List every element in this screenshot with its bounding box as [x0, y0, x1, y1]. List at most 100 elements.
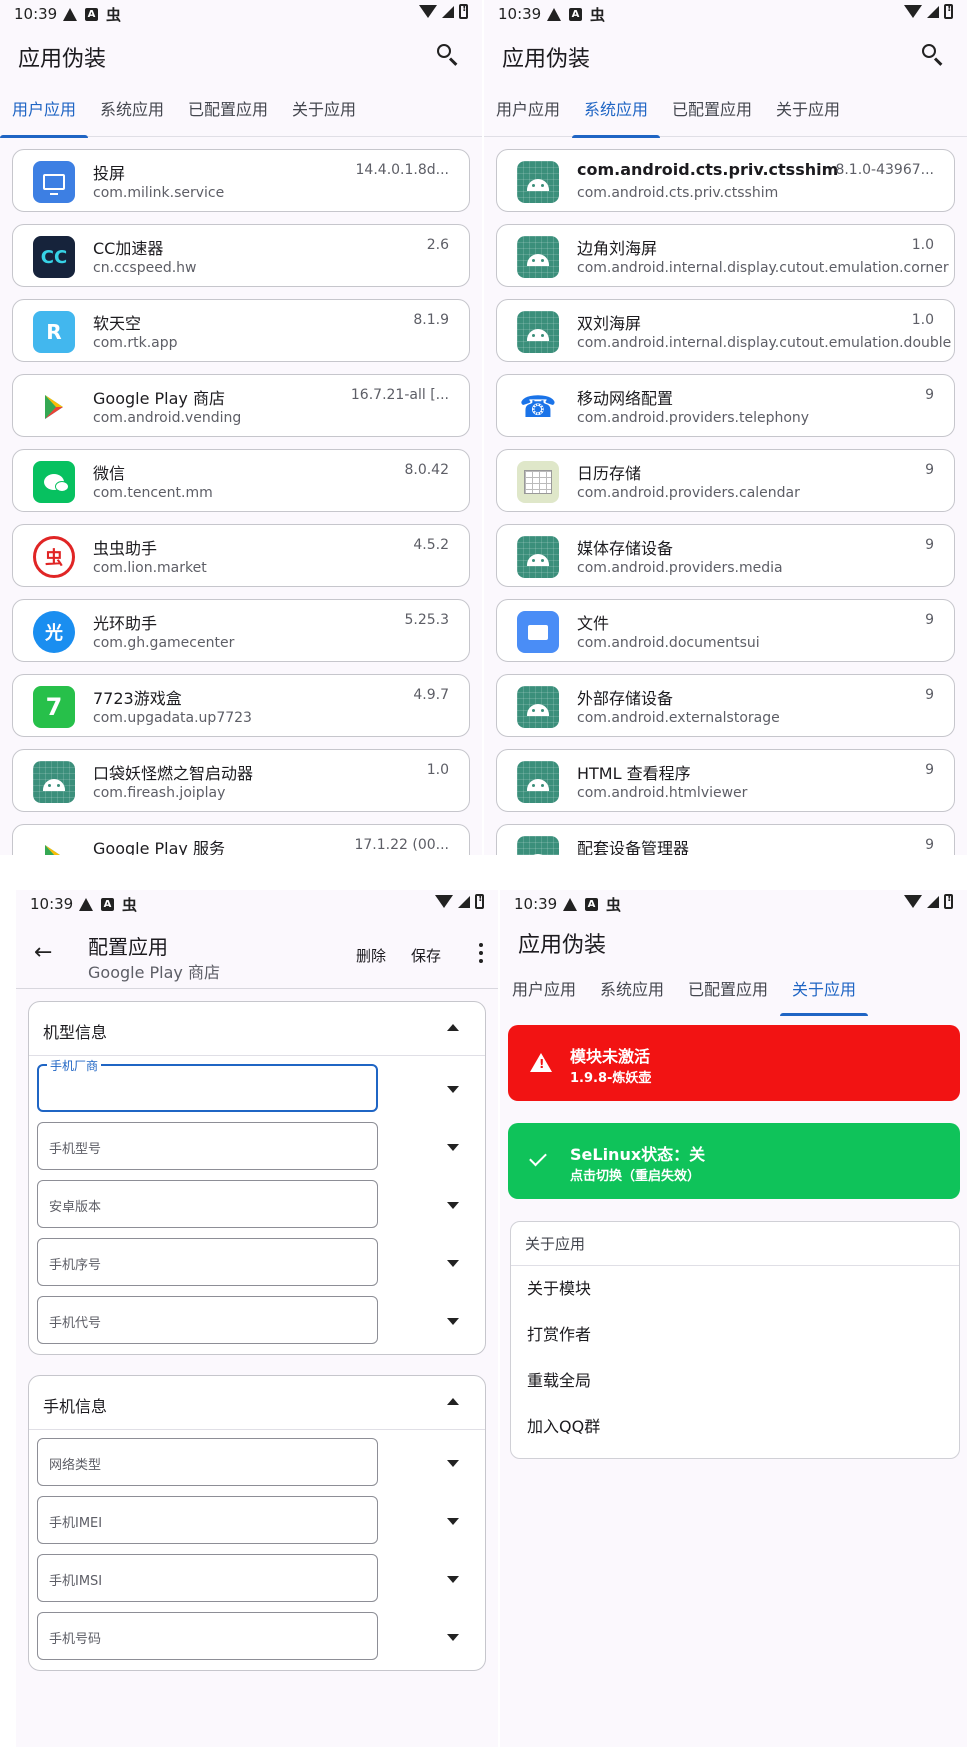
app-name: 移动网络配置 — [577, 389, 674, 408]
dropdown-arrow-icon[interactable] — [447, 1086, 459, 1093]
dropdown-arrow-icon[interactable] — [447, 1144, 459, 1151]
app-list-item[interactable]: 配套设备管理器 9 — [496, 824, 955, 855]
app-package: com.rtk.app — [93, 335, 178, 351]
more-vert-icon[interactable] — [478, 941, 484, 965]
field-row: 手机型号 — [29, 1114, 485, 1172]
text-field[interactable]: 手机代号 — [37, 1296, 378, 1344]
search-icon[interactable] — [921, 43, 945, 67]
app-list-item[interactable]: ☎ 移动网络配置 com.android.providers.telephony 9 — [496, 374, 955, 437]
app-list-item[interactable]: 7 7723游戏盒 com.upgadata.up7723 4.9.7 — [12, 674, 470, 737]
app-package: com.gh.gamecenter — [93, 635, 235, 651]
android-icon — [517, 536, 559, 578]
app-list-item[interactable]: 虫虫虫助手 com.lion.market 4.5.2 — [12, 524, 470, 587]
app-package: com.fireash.joiplay — [93, 785, 226, 801]
group-header[interactable]: 机型信息 — [29, 1002, 485, 1056]
collapse-icon[interactable] — [447, 1398, 459, 1405]
app-package: com.android.providers.media — [577, 560, 783, 576]
dropdown-arrow-icon[interactable] — [447, 1460, 459, 1467]
selinux-status-card[interactable]: SeLinux状态：关 点击切换（重启失效） — [508, 1123, 960, 1199]
app-list-item[interactable]: 双刘海屏 com.android.internal.display.cutout.… — [496, 299, 955, 362]
app-list-item[interactable]: 日历存储 com.android.providers.calendar 9 — [496, 449, 955, 512]
app-name: 日历存储 — [577, 464, 642, 483]
app-list-item[interactable]: 口袋妖怪燃之智启动器 com.fireash.joiplay 1.0 — [12, 749, 470, 812]
app-package: com.lion.market — [93, 560, 207, 576]
dropdown-arrow-icon[interactable] — [447, 1518, 459, 1525]
cellular-icon — [442, 5, 454, 18]
android-icon — [517, 236, 559, 278]
tab-about[interactable]: 关于应用 — [280, 83, 368, 137]
module-status-text: 模块未激活 — [570, 1047, 651, 1066]
app-list-item[interactable]: Google Play 服务 17.1.22 (00... — [12, 824, 470, 855]
tab-configured-apps[interactable]: 已配置应用 — [176, 83, 280, 137]
warning-icon — [79, 898, 93, 911]
app-list-item[interactable]: 媒体存储设备 com.android.providers.media 9 — [496, 524, 955, 587]
app-version: 14.4.0.1.8d... — [355, 162, 449, 178]
reload-global-item[interactable]: 重载全局 — [511, 1358, 959, 1404]
dropdown-arrow-icon[interactable] — [447, 1318, 459, 1325]
app-version: 8.1.0-43967... — [835, 162, 934, 178]
android-icon — [517, 761, 559, 803]
search-icon[interactable] — [436, 43, 460, 67]
dropdown-arrow-icon[interactable] — [447, 1576, 459, 1583]
group-header[interactable]: 手机信息 — [29, 1376, 485, 1430]
text-field[interactable]: 手机序号 — [37, 1238, 378, 1286]
field-label: 手机代号 — [49, 1316, 102, 1331]
app-name: 媒体存储设备 — [577, 539, 674, 558]
tab-system-apps[interactable]: 系统应用 — [588, 965, 676, 1015]
text-field[interactable]: 手机IMSI — [37, 1554, 378, 1602]
text-field[interactable]: 手机号码 — [37, 1612, 378, 1660]
about-module-item[interactable]: 关于模块 — [511, 1266, 959, 1312]
app-list-item[interactable]: 光光环助手 com.gh.gamecenter 5.25.3 — [12, 599, 470, 662]
text-field[interactable]: 安卓版本 — [37, 1180, 378, 1228]
text-field[interactable]: 网络类型 — [37, 1438, 378, 1486]
app-list-item[interactable]: com.android.cts.priv.ctsshim com.android.… — [496, 149, 955, 212]
tab-about[interactable]: 关于应用 — [764, 83, 852, 137]
field-label: 手机厂商 — [47, 1057, 102, 1074]
tab-configured-apps[interactable]: 已配置应用 — [676, 965, 780, 1015]
app-name: CC加速器 — [93, 239, 164, 258]
dropdown-arrow-icon[interactable] — [447, 1634, 459, 1641]
app-list-item[interactable]: R 软天空 com.rtk.app 8.1.9 — [12, 299, 470, 362]
chongchong-notification-icon: 虫 — [590, 6, 606, 24]
app-list-item[interactable]: HTML 查看程序 com.android.htmlviewer 9 — [496, 749, 955, 812]
app-list-item[interactable]: 微信 com.tencent.mm 8.0.42 — [12, 449, 470, 512]
app-list-item[interactable]: 边角刘海屏 com.android.internal.display.cutout… — [496, 224, 955, 287]
save-button[interactable]: 保存 — [411, 945, 441, 966]
system-app-list: com.android.cts.priv.ctsshim com.android.… — [484, 137, 967, 855]
app-list-item[interactable]: Google Play 商店 com.android.vending 16.7.21… — [12, 374, 470, 437]
back-arrow-icon[interactable]: ← — [34, 942, 54, 964]
dropdown-arrow-icon[interactable] — [447, 1260, 459, 1267]
chongchong-icon: 虫 — [33, 536, 75, 578]
text-field[interactable]: 手机厂商 — [37, 1057, 378, 1112]
tab-system-apps[interactable]: 系统应用 — [88, 83, 176, 137]
app-version: 8.0.42 — [404, 462, 449, 478]
android-icon — [517, 686, 559, 728]
app-name: 口袋妖怪燃之智启动器 — [93, 764, 254, 783]
app-list-item[interactable]: 外部存储设备 com.android.externalstorage 9 — [496, 674, 955, 737]
app-list-item[interactable]: 文件 com.android.documentsui 9 — [496, 599, 955, 662]
tab-about[interactable]: 关于应用 — [780, 965, 869, 1016]
tab-configured-apps[interactable]: 已配置应用 — [660, 83, 764, 137]
top-app-bar: 应用伪装 — [500, 917, 967, 965]
dropdown-arrow-icon[interactable] — [447, 1202, 459, 1209]
app-package: com.android.cts.priv.ctsshim — [577, 185, 779, 201]
app-package: com.milink.service — [93, 185, 225, 201]
tab-user-apps[interactable]: 用户应用 — [500, 965, 588, 1015]
text-field[interactable]: 手机IMEI — [37, 1496, 378, 1544]
tab-system-apps[interactable]: 系统应用 — [572, 83, 661, 138]
field-row: 安卓版本 — [29, 1172, 485, 1230]
text-field[interactable]: 手机型号 — [37, 1122, 378, 1170]
donate-author-item[interactable]: 打赏作者 — [511, 1312, 959, 1358]
delete-button[interactable]: 删除 — [356, 945, 386, 966]
module-status-card[interactable]: 模块未激活 1.9.8-炼妖壶 — [508, 1025, 960, 1101]
app-name: 外部存储设备 — [577, 689, 674, 708]
app-list-item[interactable]: CC CC加速器 cn.ccspeed.hw 2.6 — [12, 224, 470, 287]
app-name: 文件 — [577, 614, 610, 633]
cellular-icon — [927, 895, 939, 908]
join-qq-group-item[interactable]: 加入QQ群 — [511, 1404, 959, 1450]
app-list-item[interactable]: 投屏 com.milink.service 14.4.0.1.8d... — [12, 149, 470, 212]
tab-user-apps[interactable]: 用户应用 — [484, 83, 572, 137]
tab-user-apps[interactable]: 用户应用 — [0, 83, 89, 138]
collapse-icon[interactable] — [447, 1024, 459, 1031]
field-row: 手机号码 — [29, 1604, 485, 1662]
